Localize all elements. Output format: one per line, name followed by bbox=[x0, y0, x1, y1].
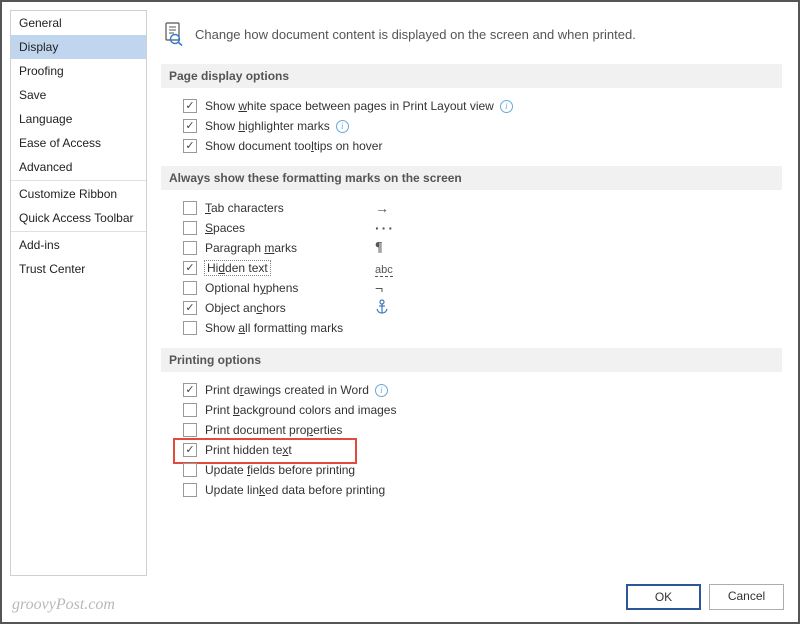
option-row: Print drawings created in Word i bbox=[183, 380, 782, 400]
sidebar-item-save[interactable]: Save bbox=[11, 83, 146, 107]
word-options-dialog: GeneralDisplayProofingSaveLanguageEase o… bbox=[8, 8, 792, 616]
sidebar-item-ease-of-access[interactable]: Ease of Access bbox=[11, 131, 146, 155]
checkbox[interactable] bbox=[183, 483, 197, 497]
option-row: Tab characters → bbox=[183, 198, 782, 218]
dialog-footer: OK Cancel bbox=[8, 578, 792, 616]
checkbox[interactable] bbox=[183, 321, 197, 335]
formatting-marks-options: Tab characters → Spaces ··· Paragraph marks ¶… bbox=[161, 198, 782, 342]
checkbox[interactable] bbox=[183, 383, 197, 397]
panel-title: Change how document content is displayed… bbox=[195, 27, 636, 42]
info-icon[interactable]: i bbox=[375, 384, 388, 397]
sidebar-item-advanced[interactable]: Advanced bbox=[11, 155, 146, 179]
option-row: Hidden text abc bbox=[183, 258, 782, 278]
option-label: Print document properties bbox=[205, 423, 342, 437]
option-label: Show all formatting marks bbox=[205, 321, 343, 335]
checkbox[interactable] bbox=[183, 403, 197, 417]
option-label: Show document tooltips on hover bbox=[205, 139, 382, 153]
option-label: Show highlighter marks bbox=[205, 119, 330, 133]
option-label: Hidden text bbox=[205, 261, 270, 275]
checkbox[interactable] bbox=[183, 241, 197, 255]
option-row: Show all formatting marks bbox=[183, 318, 782, 338]
option-row: Spaces ··· bbox=[183, 218, 782, 238]
sidebar-item-quick-access-toolbar[interactable]: Quick Access Toolbar bbox=[11, 206, 146, 230]
option-row: Show white space between pages in Print … bbox=[183, 96, 782, 116]
option-row: Print hidden text bbox=[183, 440, 782, 460]
sidebar-separator bbox=[11, 231, 146, 232]
sidebar-item-customize-ribbon[interactable]: Customize Ribbon bbox=[11, 182, 146, 206]
option-label: Update fields before printing bbox=[205, 463, 355, 477]
printing-options: Print drawings created in Word i Print bac… bbox=[161, 380, 782, 504]
sidebar-item-language[interactable]: Language bbox=[11, 107, 146, 131]
sidebar-item-trust-center[interactable]: Trust Center bbox=[11, 257, 146, 281]
category-sidebar: GeneralDisplayProofingSaveLanguageEase o… bbox=[10, 10, 147, 576]
section-header-printing: Printing options bbox=[161, 348, 782, 372]
not-symbol-icon: ¬ bbox=[375, 280, 383, 296]
checkbox[interactable] bbox=[183, 221, 197, 235]
checkbox[interactable] bbox=[183, 423, 197, 437]
arrow-symbol-icon: → bbox=[375, 200, 389, 216]
option-row: Show document tooltips on hover bbox=[183, 136, 782, 156]
section-header-page-display: Page display options bbox=[161, 64, 782, 88]
pilcrow-symbol-icon: ¶ bbox=[375, 240, 383, 256]
checkbox[interactable] bbox=[183, 119, 197, 133]
option-label: Optional hyphens bbox=[205, 281, 298, 295]
info-icon[interactable]: i bbox=[336, 120, 349, 133]
option-label: Show white space between pages in Print … bbox=[205, 99, 494, 113]
option-label: Update linked data before printing bbox=[205, 483, 385, 497]
option-row: Optional hyphens ¬ bbox=[183, 278, 782, 298]
checkbox[interactable] bbox=[183, 301, 197, 315]
section-header-formatting-marks: Always show these formatting marks on th… bbox=[161, 166, 782, 190]
option-row: Update linked data before printing bbox=[183, 480, 782, 500]
page-display-options: Show white space between pages in Print … bbox=[161, 96, 782, 160]
option-label: Print hidden text bbox=[205, 443, 292, 457]
option-label: Print background colors and images bbox=[205, 403, 396, 417]
option-row: Object anchors bbox=[183, 298, 782, 318]
option-row: Update fields before printing bbox=[183, 460, 782, 480]
sidebar-separator bbox=[11, 180, 146, 181]
dots-symbol-icon: ··· bbox=[375, 220, 395, 236]
info-icon[interactable]: i bbox=[500, 100, 513, 113]
sidebar-item-proofing[interactable]: Proofing bbox=[11, 59, 146, 83]
checkbox[interactable] bbox=[183, 463, 197, 477]
option-row: Paragraph marks ¶ bbox=[183, 238, 782, 258]
abc-symbol-icon: abc bbox=[375, 260, 393, 276]
sidebar-item-display[interactable]: Display bbox=[11, 35, 146, 59]
checkbox[interactable] bbox=[183, 201, 197, 215]
display-preview-icon bbox=[161, 22, 185, 46]
option-row: Show highlighter marks i bbox=[183, 116, 782, 136]
ok-button[interactable]: OK bbox=[626, 584, 701, 610]
option-row: Print background colors and images bbox=[183, 400, 782, 420]
option-label: Tab characters bbox=[205, 201, 284, 215]
checkbox[interactable] bbox=[183, 281, 197, 295]
sidebar-item-general[interactable]: General bbox=[11, 11, 146, 35]
anchor-symbol-icon bbox=[375, 299, 389, 318]
panel-header: Change how document content is displayed… bbox=[161, 18, 782, 58]
checkbox[interactable] bbox=[183, 139, 197, 153]
cancel-button[interactable]: Cancel bbox=[709, 584, 784, 610]
option-row: Print document properties bbox=[183, 420, 782, 440]
dialog-body: GeneralDisplayProofingSaveLanguageEase o… bbox=[8, 8, 792, 578]
sidebar-item-add-ins[interactable]: Add-ins bbox=[11, 233, 146, 257]
option-label: Object anchors bbox=[205, 301, 286, 315]
checkbox[interactable] bbox=[183, 261, 197, 275]
option-label: Paragraph marks bbox=[205, 241, 297, 255]
option-label: Spaces bbox=[205, 221, 245, 235]
display-panel: Change how document content is displayed… bbox=[147, 10, 790, 576]
checkbox[interactable] bbox=[183, 99, 197, 113]
option-label: Print drawings created in Word bbox=[205, 383, 369, 397]
checkbox[interactable] bbox=[183, 443, 197, 457]
